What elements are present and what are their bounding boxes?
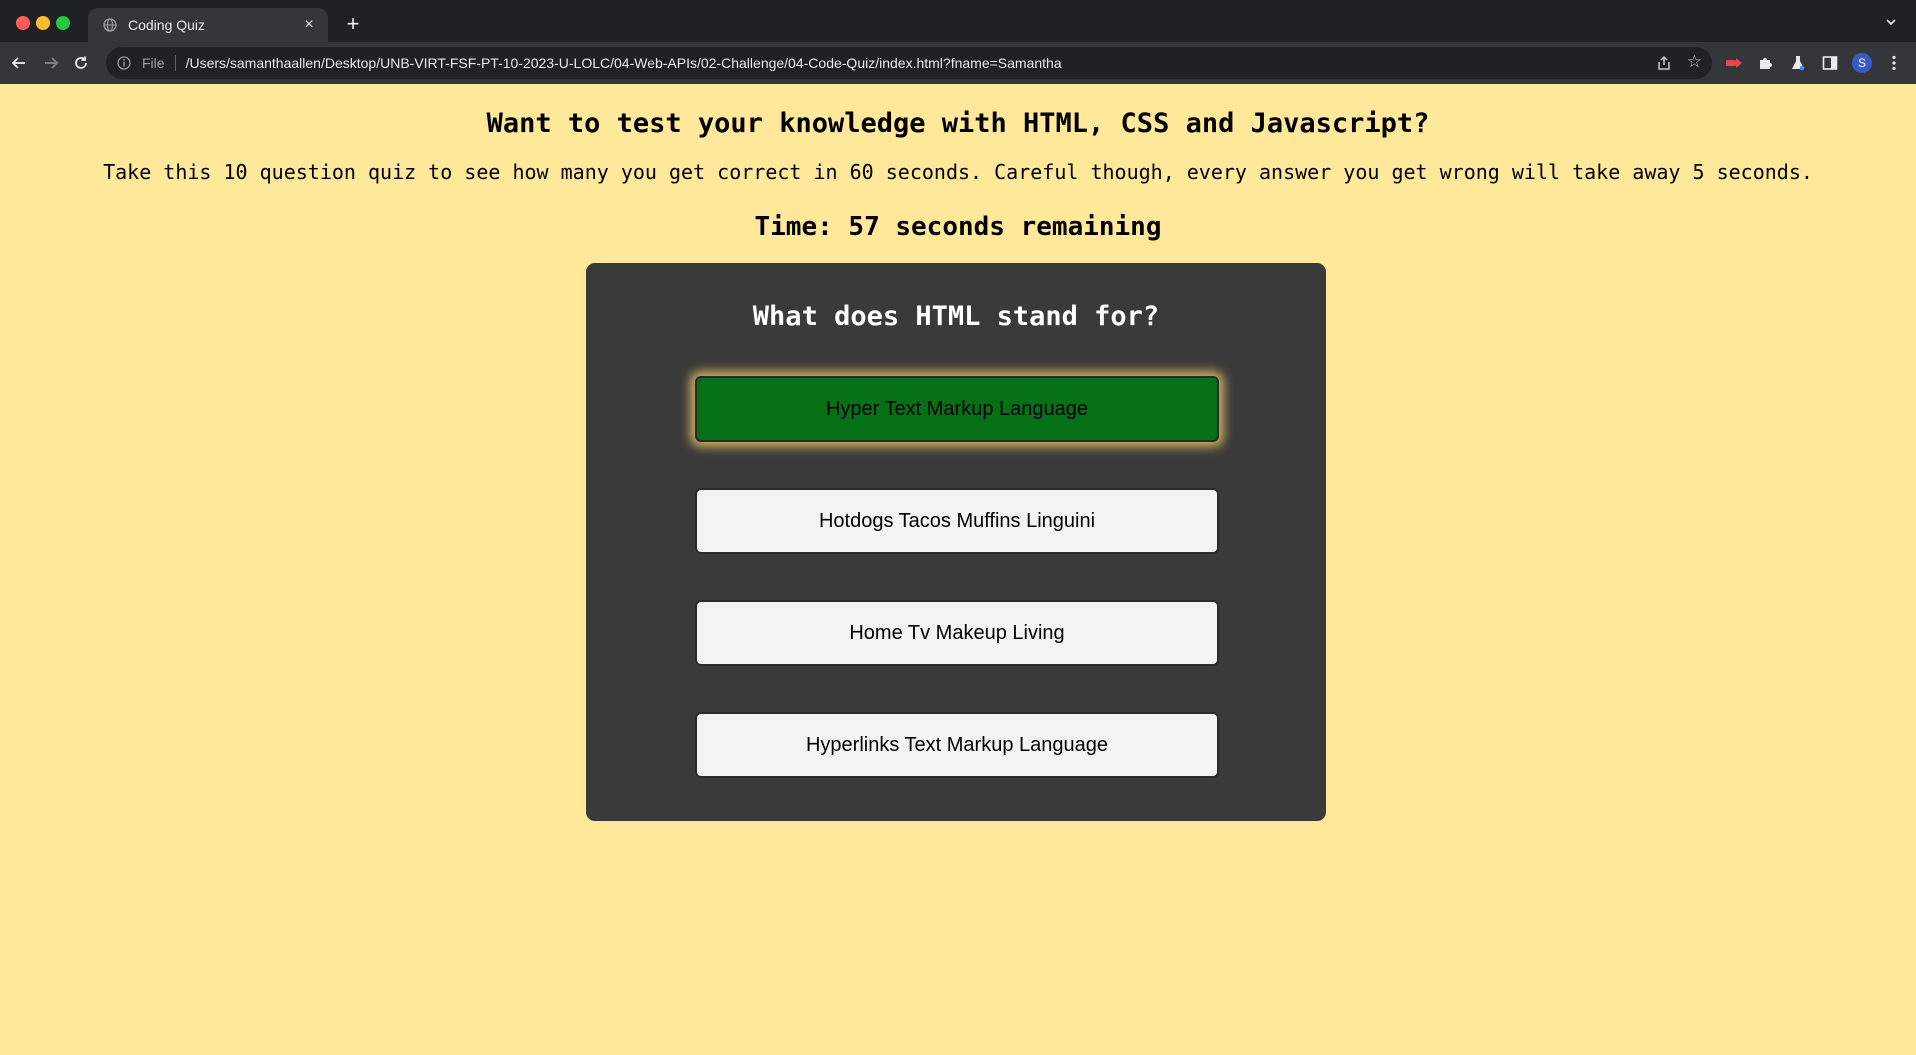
url-scheme-label: File [142, 55, 165, 71]
browser-chrome: Coding Quiz × + File /Users/samanthaalle… [0, 0, 1916, 84]
info-icon[interactable] [116, 55, 132, 71]
window-close-control[interactable] [16, 16, 30, 30]
address-bar[interactable]: File /Users/samanthaallen/Desktop/UNB-VI… [106, 47, 1712, 79]
timer-display: Time: 57 seconds remaining [754, 212, 1162, 242]
answer-button-3[interactable]: Home Tv Makeup Living [695, 600, 1219, 666]
reload-icon[interactable] [68, 50, 94, 76]
quiz-intro-text: Take this 10 question quiz to see how ma… [103, 160, 1813, 184]
star-icon[interactable]: ☆ [1687, 53, 1702, 71]
chevron-down-icon[interactable] [1880, 12, 1902, 34]
address-separator [174, 55, 176, 71]
forward-icon[interactable] [38, 50, 64, 76]
share-icon[interactable] [1656, 55, 1672, 71]
puzzle-icon[interactable] [1756, 53, 1776, 73]
url-text[interactable]: /Users/samanthaallen/Desktop/UNB-VIRT-FS… [186, 55, 1062, 71]
tab-coding-quiz[interactable]: Coding Quiz × [88, 8, 328, 42]
tab-strip: Coding Quiz × + [0, 0, 1916, 42]
flask-icon[interactable] [1788, 53, 1808, 73]
window-zoom-control[interactable] [56, 16, 70, 30]
back-icon[interactable] [6, 50, 32, 76]
window-minimize-control[interactable] [36, 16, 50, 30]
profile-avatar[interactable]: S [1852, 53, 1872, 73]
close-icon[interactable]: × [300, 16, 318, 34]
quiz-page: Want to test your knowledge with HTML, C… [0, 84, 1916, 1055]
browser-toolbar: File /Users/samanthaallen/Desktop/UNB-VI… [0, 42, 1916, 84]
answer-button-4[interactable]: Hyperlinks Text Markup Language [695, 712, 1219, 778]
question-card: What does HTML stand for? Hyper Text Mar… [586, 263, 1326, 821]
question-text: What does HTML stand for? [752, 301, 1160, 332]
page-heading: Want to test your knowledge with HTML, C… [486, 108, 1430, 139]
extension-icon[interactable] [1724, 53, 1744, 73]
sidebar-icon[interactable] [1820, 53, 1840, 73]
tab-title: Coding Quiz [128, 17, 206, 33]
answer-button-2[interactable]: Hotdogs Tacos Muffins Linguini [695, 488, 1219, 554]
answer-button-1[interactable]: Hyper Text Markup Language [695, 376, 1219, 442]
kebab-menu-icon[interactable] [1886, 53, 1902, 73]
globe-icon [102, 17, 118, 33]
plus-icon[interactable]: + [340, 12, 366, 38]
